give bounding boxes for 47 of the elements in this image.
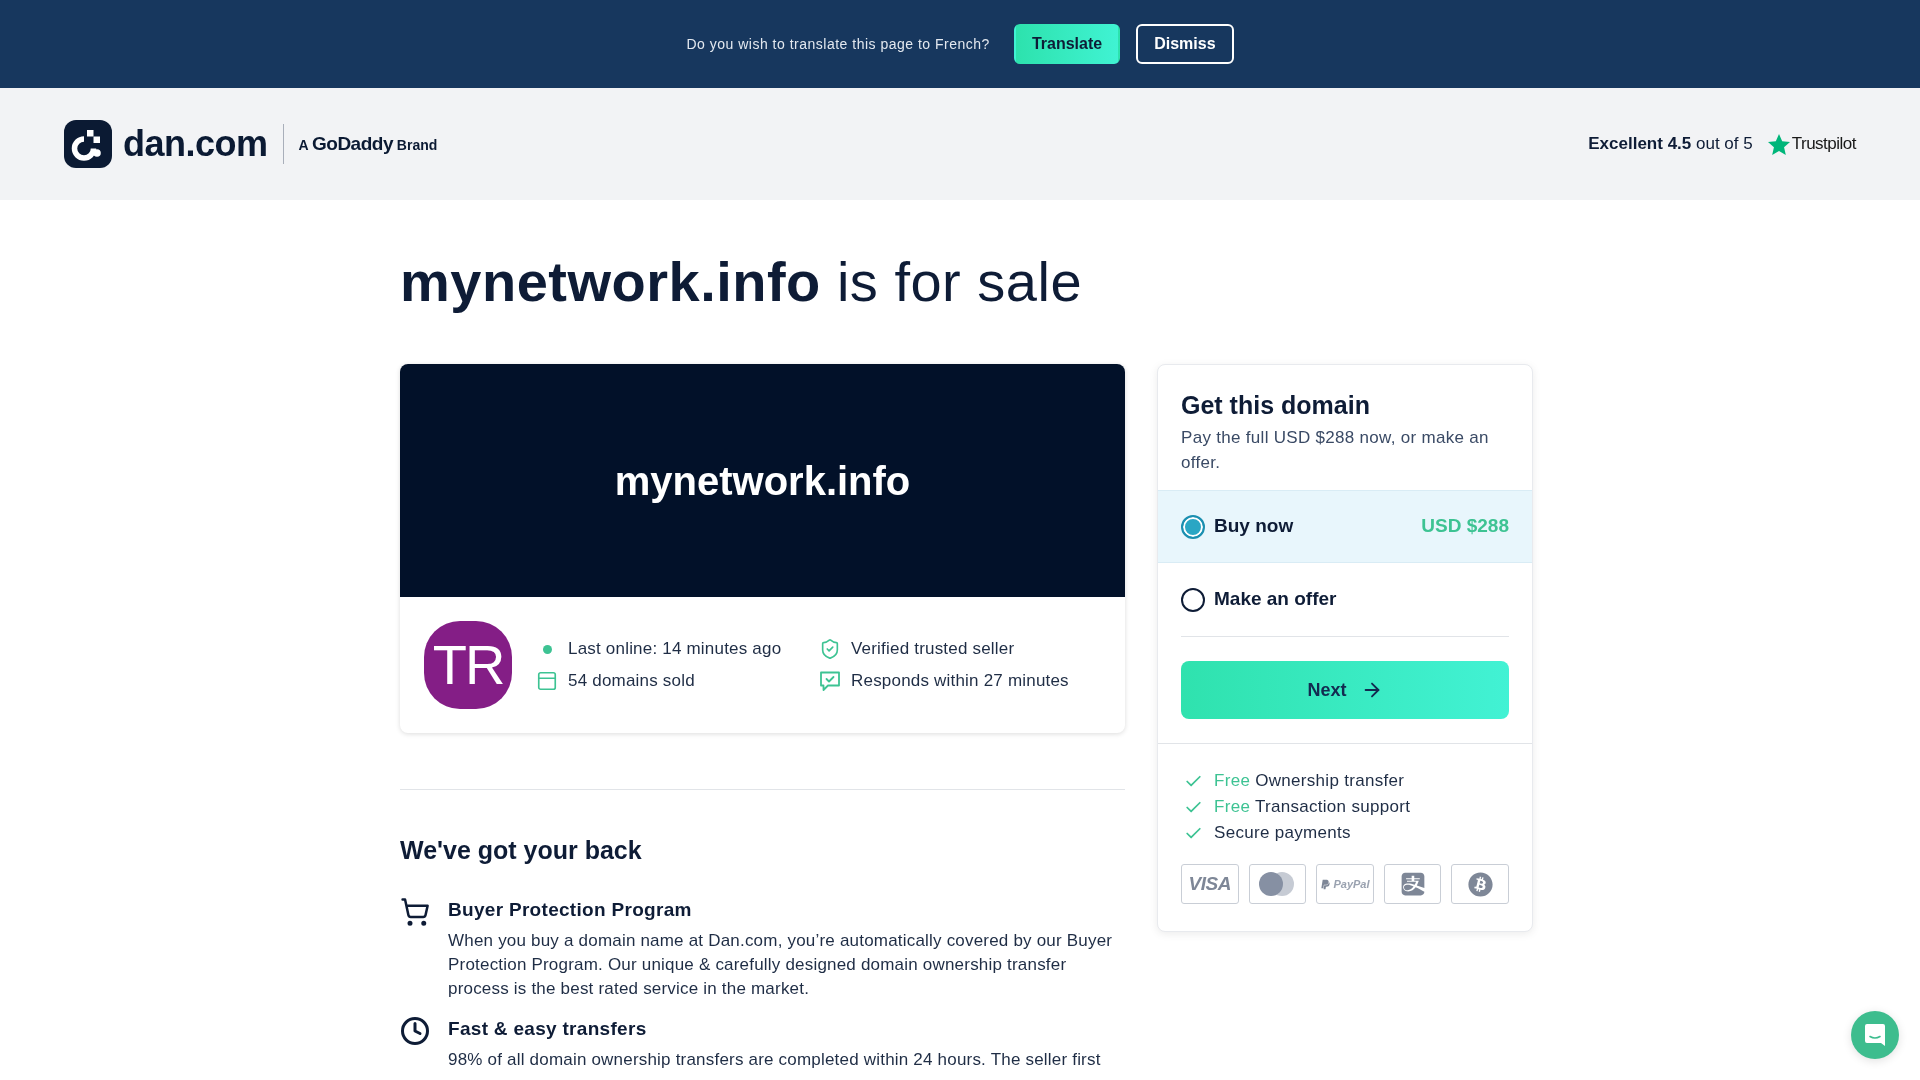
seller-fact: Responds within 27 minutes: [851, 670, 1069, 693]
seller-avatar: TR: [424, 621, 512, 710]
star-icon: [1767, 133, 1790, 155]
brand-tagline: A GoDaddy Brand: [298, 131, 438, 156]
rating-text: Excellent 4.5 out of 5: [1588, 133, 1753, 156]
feature-description: When you buy a domain name at Dan.com, you’re automatically covered by our Buyer Protection Program. Our unique & carefully designed domain ownership transfer process is the best rated service in the market.: [448, 930, 1114, 1001]
panel-title: Get this domain: [1181, 390, 1371, 421]
feature-title: Buyer Protection Program: [448, 898, 693, 923]
logo-icon: [64, 120, 112, 168]
translate-button[interactable]: Translate: [1013, 24, 1121, 64]
chat-button[interactable]: [1851, 1011, 1899, 1059]
option-label: Make an offer: [1214, 587, 1337, 612]
next-button[interactable]: Next: [1181, 661, 1509, 720]
domain-banner: mynetwork.info: [400, 364, 1125, 598]
paypal-mark-icon: [1320, 878, 1332, 890]
clock-icon: [400, 1016, 430, 1047]
bitcoin-icon: [1467, 871, 1493, 897]
window-icon: [536, 670, 558, 693]
purchase-option[interactable]: Make an offer: [1158, 563, 1532, 637]
radio-button[interactable]: [1181, 514, 1205, 539]
payment-logo: VISA: [1181, 864, 1239, 905]
benefit-text: Free Ownership transfer: [1214, 770, 1405, 793]
section-title: We've got your back: [400, 835, 643, 866]
overlapping-circles-icon: [1258, 872, 1297, 897]
seller-fact: Last online: 14 minutes ago: [568, 638, 782, 661]
radio-button[interactable]: [1181, 587, 1205, 612]
chat-bubble-icon: [1864, 1023, 1886, 1047]
chat-check-icon: [819, 670, 841, 693]
shield-check-icon: [819, 638, 841, 661]
site-logo-text[interactable]: dan.com: [123, 126, 268, 162]
character-tile-icon: [1399, 871, 1426, 898]
benefit-text: Free Transaction support: [1214, 796, 1411, 819]
panel-subtitle: Pay the full USD $288 now, or make an offer.: [1181, 427, 1490, 475]
purchase-option[interactable]: Buy now USD $288: [1158, 490, 1532, 564]
option-price: USD $288: [1421, 514, 1509, 539]
page-title: mynetwork.info is for sale: [400, 249, 1084, 315]
feature-description: 98% of all domain ownership transfers are completed within 24 hours. The seller first: [448, 1049, 1102, 1072]
translate-prompt: Do you wish to translate this page to French?: [686, 34, 990, 54]
seller-fact: Verified trusted seller: [851, 638, 1015, 661]
seller-fact: 54 domains sold: [568, 670, 695, 693]
logo-wordmark: PayPal: [1333, 878, 1370, 890]
dismiss-button[interactable]: Dismiss: [1136, 24, 1234, 64]
feature-title: Fast & easy transfers: [448, 1017, 648, 1042]
option-label: Buy now: [1214, 514, 1294, 539]
cart-icon: [400, 897, 430, 928]
benefit-text: Secure payments: [1214, 822, 1351, 845]
review-site-name[interactable]: Trustpilot: [1791, 131, 1856, 157]
